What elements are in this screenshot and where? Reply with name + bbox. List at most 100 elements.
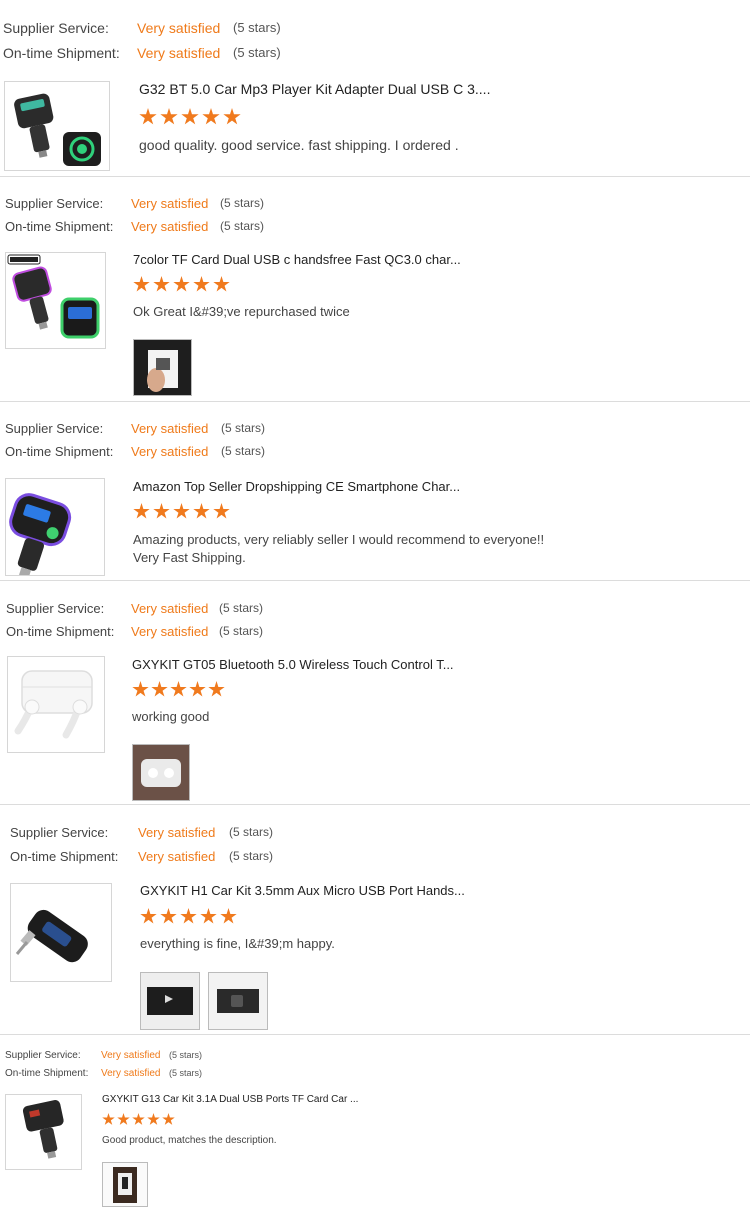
supplier-service-label: Supplier Service: — [6, 601, 105, 616]
supplier-service-stars: (5 stars) — [169, 1050, 203, 1060]
supplier-service-value: Very satisfied — [137, 20, 221, 36]
star-icon — [133, 503, 150, 519]
supplier-service-value: Very satisfied — [131, 196, 209, 211]
star-icon — [202, 108, 220, 125]
product-title[interactable]: GXYKIT G13 Car Kit 3.1A Dual USB Ports T… — [102, 1094, 358, 1105]
supplier-service-value: Very satisfied — [131, 421, 209, 436]
star-icon — [208, 681, 225, 697]
star-icon — [140, 908, 157, 924]
buyer-photo[interactable] — [208, 972, 268, 1030]
star-icon — [147, 1113, 160, 1125]
buyer-photo[interactable] — [132, 744, 190, 801]
product-title[interactable]: GXYKIT H1 Car Kit 3.5mm Aux Micro USB Po… — [140, 883, 465, 898]
car-charger-color-image — [7, 254, 100, 339]
star-rating — [139, 108, 241, 126]
supplier-service-label: Supplier Service: — [3, 20, 109, 36]
ontime-shipment-value: Very satisfied — [131, 219, 209, 234]
star-rating — [133, 503, 230, 520]
buyer-photo-receiver-2 — [209, 973, 267, 1029]
star-icon — [173, 276, 190, 292]
review-card: Supplier Service: Very satisfied (5 star… — [0, 1035, 750, 1210]
ontime-shipment-label: On-time Shipment: — [6, 624, 115, 639]
product-title[interactable]: Amazon Top Seller Dropshipping CE Smartp… — [133, 479, 460, 494]
review-comment: Ok Great I&#39;ve repurchased twice — [133, 304, 350, 319]
review-comment: working good — [132, 709, 210, 724]
supplier-service-value: Very satisfied — [131, 601, 209, 616]
car-kit-black-image — [22, 1100, 64, 1159]
ontime-shipment-label: On-time Shipment: — [5, 219, 114, 234]
ontime-shipment-label: On-time Shipment: — [5, 1068, 89, 1079]
review-comment-line: Very Fast Shipping. — [133, 550, 246, 565]
supplier-service-value: Very satisfied — [138, 825, 216, 840]
product-thumbnail[interactable] — [10, 883, 112, 982]
supplier-service-stars: (5 stars) — [219, 601, 264, 615]
ontime-shipment-value: Very satisfied — [131, 624, 209, 639]
star-rating — [140, 908, 237, 925]
supplier-service-stars: (5 stars) — [229, 825, 274, 839]
review-comment-line: Amazing products, very reliably seller I… — [133, 532, 545, 547]
supplier-service-label: Supplier Service: — [10, 825, 109, 840]
ontime-shipment-value: Very satisfied — [131, 444, 209, 459]
product-thumbnail[interactable] — [5, 478, 105, 576]
star-icon — [193, 503, 210, 519]
ontime-shipment-value: Very satisfied — [137, 45, 221, 61]
supplier-service-stars: (5 stars) — [233, 20, 281, 35]
review-card: Supplier Service: Very satisfied (5 star… — [0, 0, 750, 176]
ontime-shipment-value: Very satisfied — [138, 849, 216, 864]
ontime-shipment-stars: (5 stars) — [219, 624, 264, 638]
star-icon — [132, 1113, 145, 1125]
star-icon — [162, 1113, 175, 1125]
product-title[interactable]: GXYKIT GT05 Bluetooth 5.0 Wireless Touch… — [132, 657, 454, 672]
supplier-service-label: Supplier Service: — [5, 196, 104, 211]
review-card: Supplier Service: Very satisfied (5 star… — [0, 581, 750, 804]
star-icon — [200, 908, 217, 924]
review-comment: everything is fine, I&#39;m happy. — [140, 936, 335, 951]
star-icon — [102, 1113, 115, 1125]
supplier-service-label: Supplier Service: — [5, 421, 104, 436]
review-comment: Good product, matches the description. — [102, 1135, 277, 1146]
star-icon — [181, 108, 199, 125]
product-title[interactable]: G32 BT 5.0 Car Mp3 Player Kit Adapter Du… — [139, 81, 490, 97]
ontime-shipment-stars: (5 stars) — [169, 1068, 203, 1078]
star-icon — [189, 681, 206, 697]
buyer-photo[interactable] — [140, 972, 200, 1030]
review-comment: Amazing products, very reliably seller I… — [133, 531, 544, 567]
product-thumbnail[interactable] — [7, 656, 105, 753]
ontime-shipment-value: Very satisfied — [101, 1068, 161, 1079]
supplier-service-stars: (5 stars) — [220, 196, 265, 210]
ontime-shipment-stars: (5 stars) — [220, 219, 265, 233]
star-icon — [160, 908, 177, 924]
star-rating — [133, 276, 230, 293]
star-icon — [193, 276, 210, 292]
review-card: Supplier Service: Very satisfied (5 star… — [0, 177, 750, 401]
ontime-shipment-stars: (5 stars) — [221, 444, 266, 458]
product-thumbnail[interactable] — [5, 1094, 82, 1170]
star-icon — [153, 276, 170, 292]
buyer-photo[interactable] — [102, 1162, 148, 1207]
ontime-shipment-label: On-time Shipment: — [5, 444, 114, 459]
buyer-photo-package — [103, 1163, 147, 1206]
aux-receiver-image — [15, 909, 88, 963]
star-rating — [102, 1113, 175, 1126]
star-icon — [213, 503, 230, 519]
star-icon — [133, 276, 150, 292]
star-icon — [132, 681, 149, 697]
product-thumbnail[interactable] — [5, 252, 106, 349]
star-icon — [180, 908, 197, 924]
star-icon — [173, 503, 190, 519]
ontime-shipment-stars: (5 stars) — [233, 45, 281, 60]
star-icon — [153, 503, 170, 519]
ontime-shipment-label: On-time Shipment: — [3, 45, 120, 61]
supplier-service-stars: (5 stars) — [221, 421, 266, 435]
buyer-photo-earbuds — [133, 745, 189, 800]
product-thumbnail[interactable] — [4, 81, 110, 171]
buyer-photo-receiver-1 — [141, 973, 199, 1029]
product-title[interactable]: 7color TF Card Dual USB c handsfree Fast… — [133, 252, 461, 267]
supplier-service-value: Very satisfied — [101, 1050, 161, 1061]
ontime-shipment-label: On-time Shipment: — [10, 849, 119, 864]
buyer-photo-box — [134, 340, 191, 395]
star-icon — [139, 108, 157, 125]
star-rating — [132, 681, 225, 698]
buyer-photo[interactable] — [133, 339, 192, 396]
review-card: Supplier Service: Very satisfied (5 star… — [0, 805, 750, 1034]
